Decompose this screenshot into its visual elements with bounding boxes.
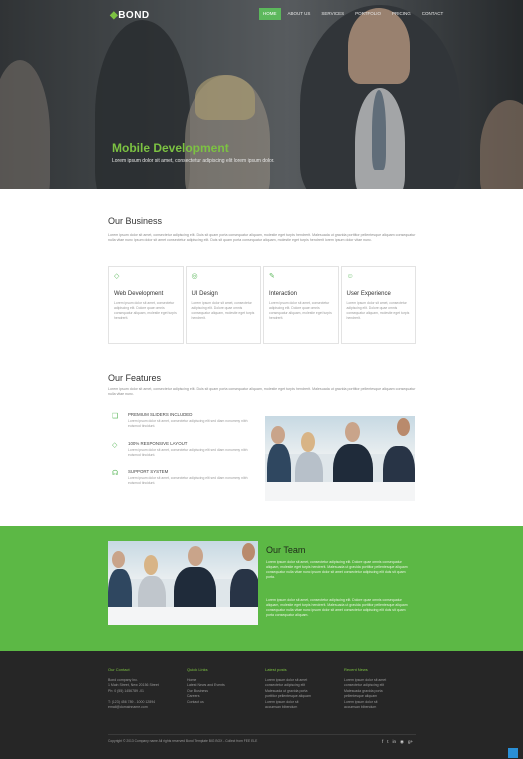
headset-icon: ☊: [112, 470, 119, 477]
feature-text: Lorem ipsum dolor sit amet, consectetur …: [128, 476, 248, 485]
facebook-icon[interactable]: f: [382, 739, 383, 745]
feature-text: Lorem ipsum dolor sit amet, consectetur …: [128, 448, 248, 457]
rss-icon[interactable]: ◉: [400, 739, 404, 745]
hero-banner: ◆BOND HOME ABOUT US SERVICES PORTFOLIO P…: [0, 0, 523, 189]
nav-item-about[interactable]: ABOUT US: [284, 8, 315, 20]
footer-column-news: Recent News Lorem ipsum dolor sit amet c…: [344, 667, 414, 710]
nav-item-pricing[interactable]: PRICING: [388, 8, 415, 20]
team-photo: [108, 541, 258, 625]
footer-column-posts: Latest posts Lorem ipsum dolor sit amet …: [265, 667, 335, 710]
service-card[interactable]: ◎ UI Design Lorem ipsum dolor sit amet, …: [185, 266, 261, 344]
hero-title: Mobile Development: [112, 141, 229, 155]
footer-heading: Our Contact: [108, 667, 130, 672]
service-card-text: Lorem ipsum dolor sit amet, consectetur …: [346, 301, 410, 320]
users-icon: ☺: [346, 273, 354, 280]
service-card-title: Web Development: [114, 291, 164, 297]
service-card-text: Lorem ipsum dolor sit amet, consectetur …: [269, 301, 332, 320]
nav-item-services[interactable]: SERVICES: [317, 8, 348, 20]
hero-subtitle: Lorem ipsum dolor sit amet, consectetur …: [112, 158, 275, 164]
back-to-top-button[interactable]: [508, 748, 518, 758]
footer-link[interactable]: accumsan bibendum: [265, 705, 335, 710]
book-icon: ❑: [112, 413, 119, 420]
social-links: f t in ◉ g+: [382, 739, 413, 745]
logo-text: BOND: [118, 10, 150, 21]
features-photo: [265, 416, 415, 501]
google-plus-icon[interactable]: g+: [408, 739, 413, 745]
features-heading: Our Features: [108, 373, 162, 383]
business-heading: Our Business: [108, 216, 163, 226]
copyright-text: Copyright © 2013 Company name All rights…: [108, 739, 258, 743]
service-card-title: Interaction: [269, 291, 298, 297]
footer-divider: [108, 734, 416, 735]
service-cards: ◇ Web Development Lorem ipsum dolor sit …: [108, 266, 416, 344]
linkedin-icon[interactable]: in: [393, 739, 397, 745]
feature-title: 100% RESPONSIVE LAYOUT: [128, 441, 188, 446]
footer-email-link[interactable]: email@domainname.com: [108, 705, 178, 710]
service-card[interactable]: ◇ Web Development Lorem ipsum dolor sit …: [108, 266, 184, 344]
features-paragraph: Lorem ipsum dolor sit amet, consectetur …: [108, 387, 416, 397]
service-card-text: Lorem ipsum dolor sit amet, consectetur …: [114, 301, 177, 320]
feature-title: SUPPORT SYSTEM: [128, 469, 169, 474]
footer-link[interactable]: Contact us: [187, 700, 257, 705]
team-heading: Our Team: [266, 545, 306, 555]
target-icon: ◎: [191, 273, 198, 280]
footer-link[interactable]: accumsan bibendum: [344, 705, 414, 710]
footer-heading: Recent News: [344, 667, 368, 672]
business-paragraph: Lorem ipsum dolor sit amet, consectetur …: [108, 233, 416, 243]
footer-heading: Latest posts: [265, 667, 287, 672]
feature-title: PREMIUM SLIDERS INCLUDED: [128, 412, 193, 417]
team-paragraph: Lorem ipsum dolor sit amet, consectetur …: [266, 560, 408, 579]
logo-mark-icon: ◆: [110, 10, 119, 21]
service-card[interactable]: ✎ Interaction Lorem ipsum dolor sit amet…: [263, 266, 339, 344]
team-section: [0, 526, 523, 651]
nav-item-portfolio[interactable]: PORTFOLIO: [351, 8, 385, 20]
team-paragraph: Lorem ipsum dolor sit amet, consectetur …: [266, 598, 408, 617]
diamond-icon: ◇: [114, 273, 120, 280]
service-card-text: Lorem ipsum dolor sit amet, consectetur …: [191, 301, 255, 320]
service-card-title: User Experience: [346, 291, 391, 297]
twitter-icon[interactable]: t: [387, 739, 388, 745]
main-nav: HOME ABOUT US SERVICES PORTFOLIO PRICING…: [259, 8, 447, 20]
footer-column-links: Quick Links Home Latest News and Events …: [187, 667, 257, 705]
nav-item-contact[interactable]: CONTACT: [418, 8, 447, 20]
diamond-icon: ◇: [112, 442, 118, 449]
service-card-title: UI Design: [191, 291, 218, 297]
service-card[interactable]: ☺ User Experience Lorem ipsum dolor sit …: [340, 266, 416, 344]
footer-heading: Quick Links: [187, 667, 208, 672]
site-logo[interactable]: ◆BOND: [110, 10, 150, 21]
feature-text: Lorem ipsum dolor sit amet, consectetur …: [128, 419, 248, 428]
nav-item-home[interactable]: HOME: [259, 8, 281, 20]
footer-column-contact: Our Contact Bond company Inc. 1 Main Str…: [108, 667, 178, 710]
edit-icon: ✎: [269, 273, 275, 280]
